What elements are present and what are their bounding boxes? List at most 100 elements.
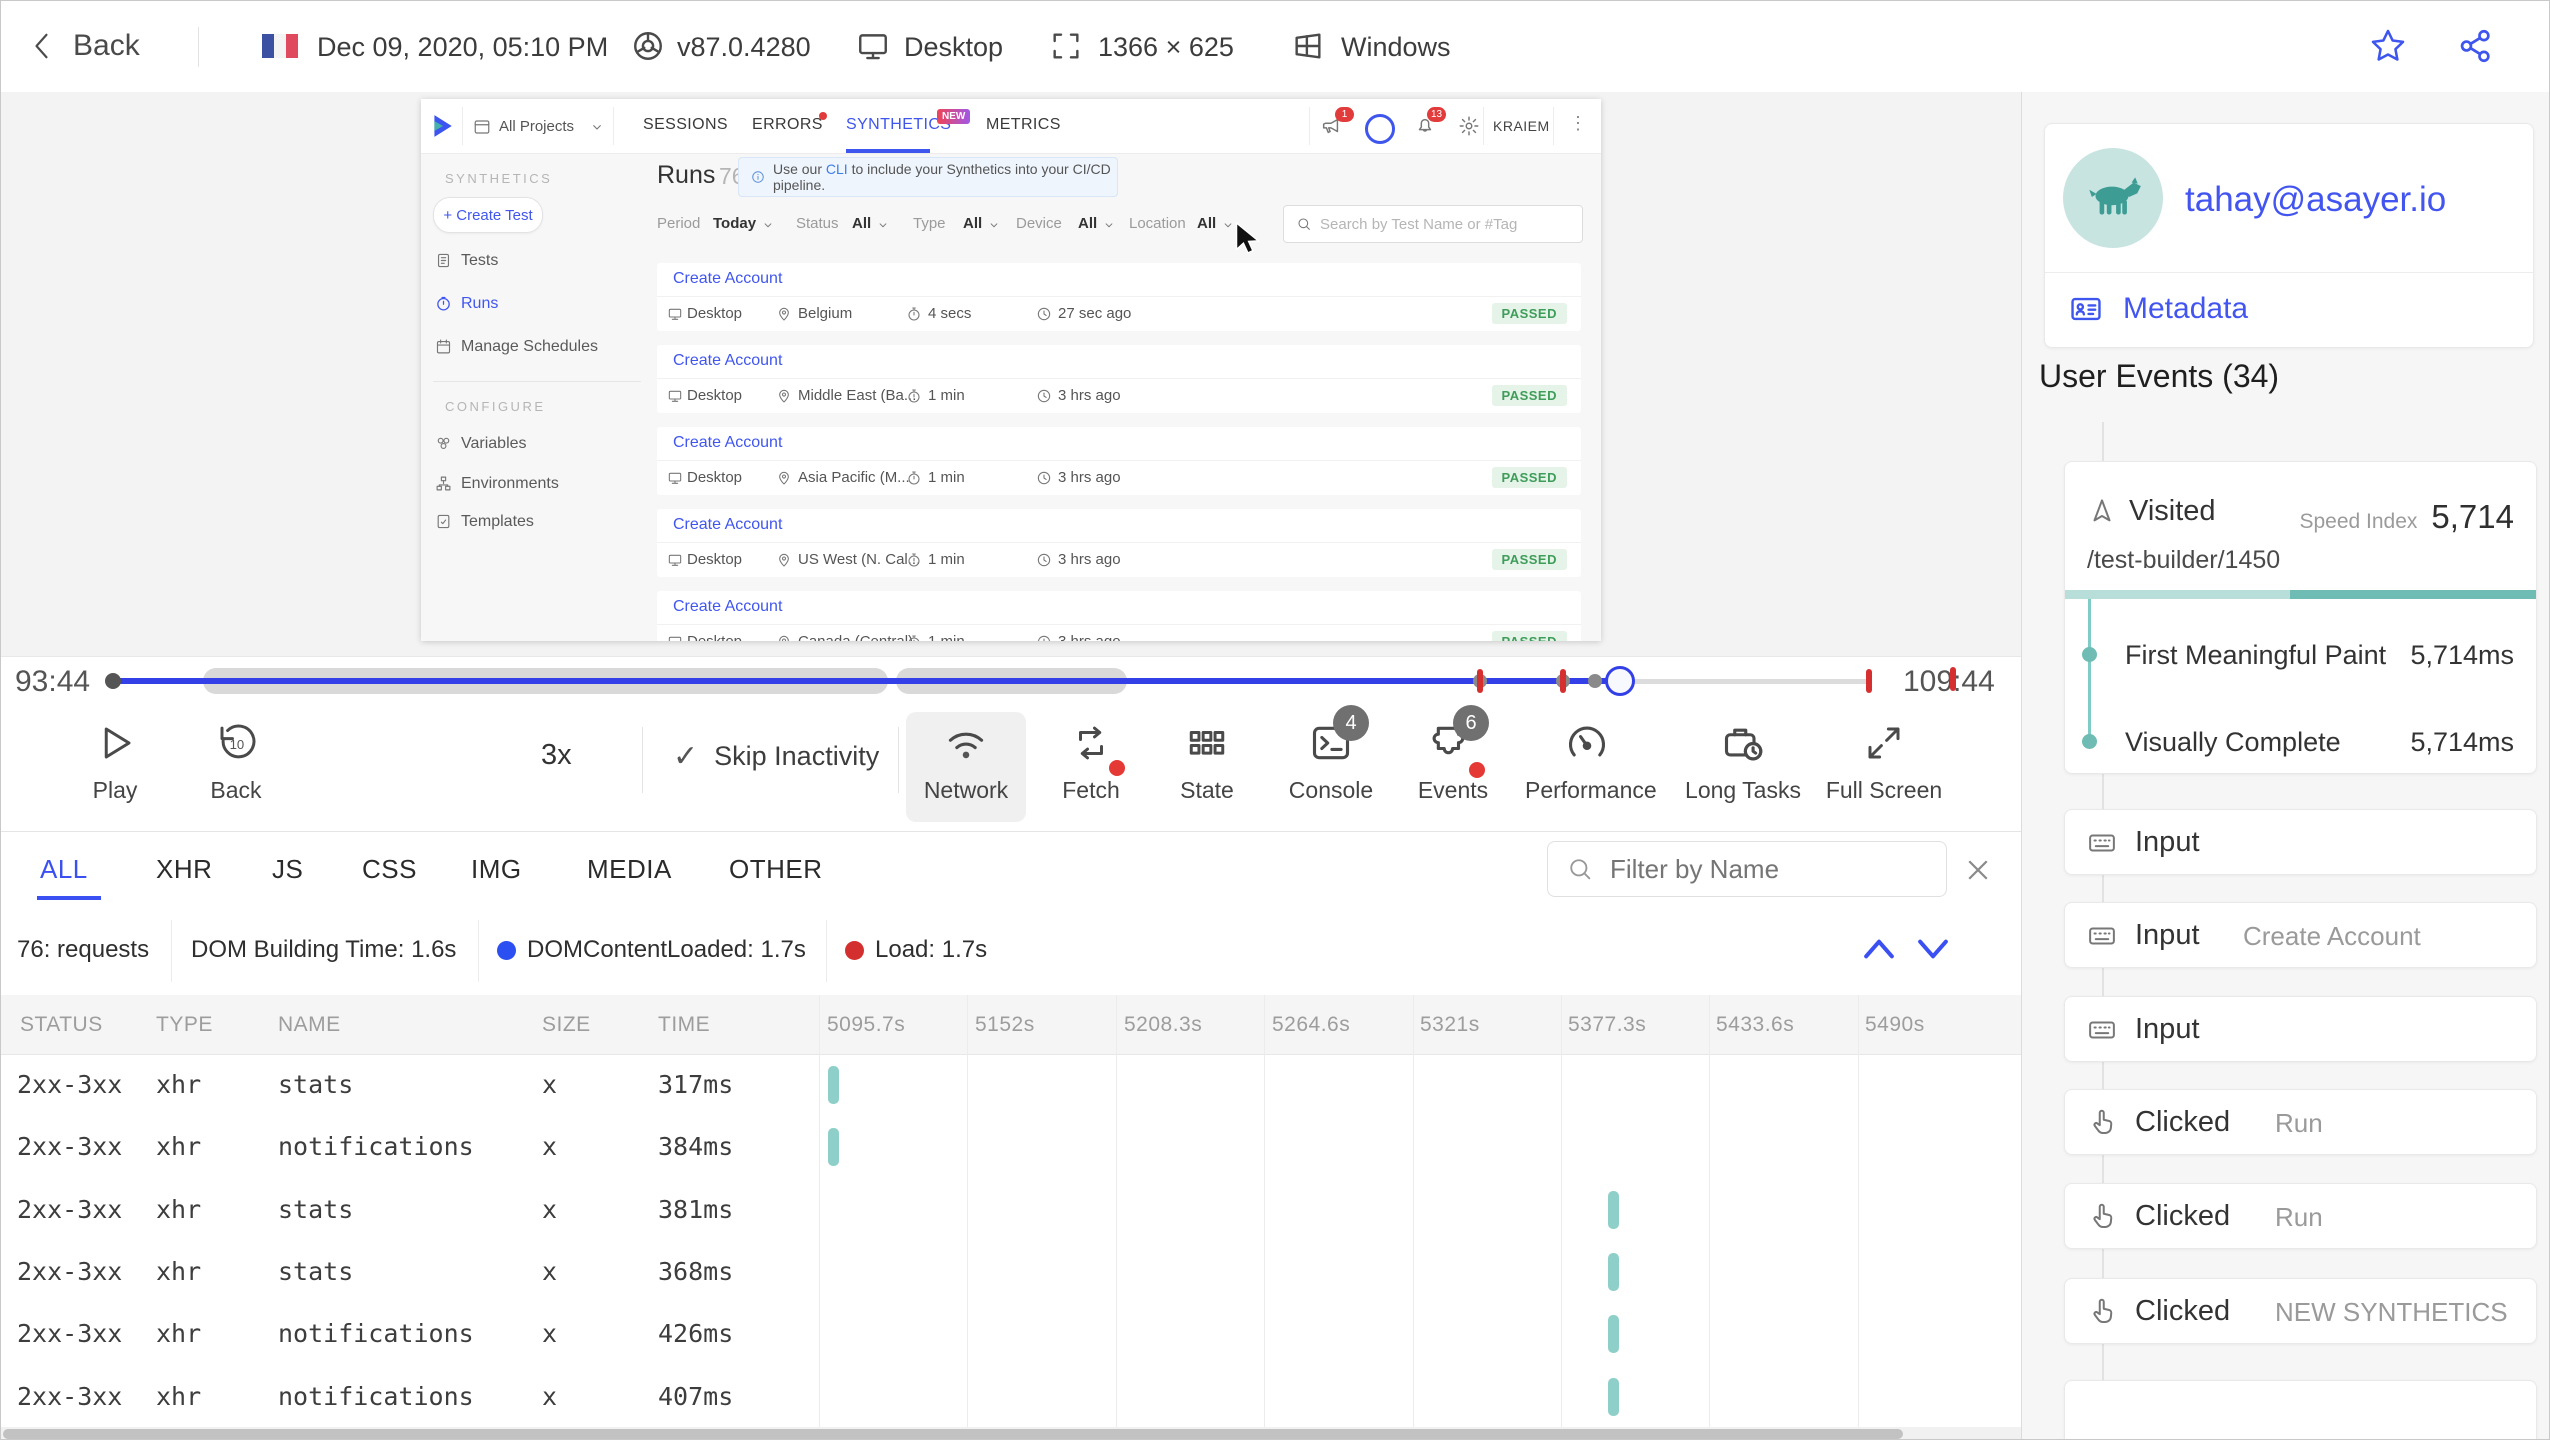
tab-all[interactable]: ALL bbox=[40, 854, 88, 885]
event-card-clicked[interactable]: Clicked NEW SYNTHETICS bbox=[2064, 1278, 2537, 1344]
back-10s-button[interactable]: 10 Back bbox=[174, 717, 298, 804]
filter-type-label: Type bbox=[913, 215, 946, 232]
network-tool-button[interactable]: Network bbox=[904, 717, 1028, 804]
tab-synthetics: SYNTHETICS bbox=[846, 116, 952, 133]
filter-by-name-input[interactable] bbox=[1608, 852, 1946, 886]
run-details-row: Desktop Asia Pacific (M... 1 min 3 hrs a… bbox=[657, 460, 1581, 496]
monitor-icon bbox=[667, 306, 683, 322]
event-card-input[interactable]: Input bbox=[2064, 996, 2537, 1062]
dcl-marker-dot bbox=[497, 941, 516, 960]
share-icon[interactable] bbox=[2457, 27, 2495, 65]
skip-inactivity-toggle[interactable]: ✓ Skip Inactivity bbox=[673, 739, 879, 774]
network-request-row[interactable]: 2xx-3xx xhr stats x 381ms bbox=[1, 1179, 2021, 1241]
req-time: 384ms bbox=[658, 1132, 734, 1161]
tab-metrics: METRICS bbox=[986, 116, 1061, 133]
sidebar-divider bbox=[433, 381, 641, 382]
expand-down-icon[interactable] bbox=[1911, 932, 1955, 966]
event-card-input[interactable]: Input bbox=[2064, 809, 2537, 875]
close-panel-icon[interactable] bbox=[1963, 855, 1993, 885]
metric-dot bbox=[2082, 734, 2097, 749]
events-tool-button[interactable]: Events bbox=[1391, 717, 1515, 804]
playback-speed-button[interactable]: 3x bbox=[541, 739, 572, 772]
event-card-clicked[interactable]: Clicked Run bbox=[2064, 1183, 2537, 1249]
network-request-row[interactable]: 2xx-3xx xhr notifications x 426ms bbox=[1, 1303, 2021, 1365]
state-tool-button[interactable]: State bbox=[1145, 717, 1269, 804]
monitor-icon bbox=[667, 552, 683, 568]
metadata-button[interactable]: Metadata bbox=[2067, 292, 2248, 326]
duration-stopwatch-icon bbox=[906, 552, 922, 568]
back-button[interactable]: Back bbox=[29, 29, 140, 63]
rewind-10-icon: 10 bbox=[220, 724, 256, 759]
run-status-badge: PASSED bbox=[1491, 385, 1567, 406]
network-request-row[interactable]: 2xx-3xx xhr stats x 317ms bbox=[1, 1054, 2021, 1116]
tab-js[interactable]: JS bbox=[272, 854, 303, 885]
check-icon: ✓ bbox=[673, 740, 699, 773]
timeline-scrubber-handle[interactable] bbox=[1605, 666, 1635, 696]
nav-divider bbox=[1483, 107, 1484, 145]
col-tick: 5321s bbox=[1420, 1013, 1480, 1036]
favorite-star-icon[interactable] bbox=[2369, 27, 2407, 65]
timeline-current-time: 93:44 bbox=[15, 665, 91, 698]
req-name: stats bbox=[278, 1195, 354, 1224]
monitor-icon bbox=[667, 388, 683, 404]
network-request-row[interactable]: 2xx-3xx xhr notifications x 407ms bbox=[1, 1366, 2021, 1428]
fetch-tool-button[interactable]: Fetch bbox=[1029, 717, 1153, 804]
error-marker-tick[interactable] bbox=[1477, 669, 1483, 693]
run-status-badge: PASSED bbox=[1491, 631, 1567, 641]
req-time: 426ms bbox=[658, 1319, 734, 1348]
visually-complete-label: Visually Complete bbox=[2125, 727, 2341, 757]
timeline-remaining-bar[interactable] bbox=[1620, 679, 1870, 684]
resolution-brackets-icon bbox=[1053, 33, 1079, 59]
visited-progress-track bbox=[2065, 590, 2536, 599]
banner-text-prefix: Use our bbox=[772, 161, 826, 177]
tab-media[interactable]: MEDIA bbox=[587, 854, 672, 885]
metric-dot bbox=[2082, 647, 2097, 662]
visited-event-card[interactable]: Visited Speed Index 5,714 /test-builder/… bbox=[2064, 461, 2537, 774]
long-tasks-tool-button[interactable]: Long Tasks bbox=[1681, 717, 1805, 804]
error-marker-tick[interactable] bbox=[1560, 669, 1566, 693]
tab-css[interactable]: CSS bbox=[362, 854, 417, 885]
screen-resolution: 1366 × 625 bbox=[1098, 32, 1234, 62]
console-tool-button[interactable]: Console bbox=[1269, 717, 1393, 804]
tab-sessions: SESSIONS bbox=[643, 116, 729, 133]
timeline-progress-bar[interactable] bbox=[113, 678, 1620, 684]
summary-divider bbox=[826, 920, 827, 982]
error-marker-tick[interactable] bbox=[1866, 669, 1872, 693]
filter-status-label: Status bbox=[796, 215, 839, 232]
req-status: 2xx-3xx bbox=[17, 1382, 123, 1411]
error-marker-tick[interactable] bbox=[1950, 667, 1956, 691]
location-pin-icon bbox=[776, 306, 792, 322]
user-email-link[interactable]: tahay@asayer.io bbox=[2185, 180, 2446, 220]
network-request-row[interactable]: 2xx-3xx xhr stats x 368ms bbox=[1, 1241, 2021, 1303]
req-status: 2xx-3xx bbox=[17, 1070, 123, 1099]
scrollbar-thumb[interactable] bbox=[3, 1429, 1903, 1439]
req-status: 2xx-3xx bbox=[17, 1257, 123, 1286]
test-search-placeholder: Search by Test Name or #Tag bbox=[1320, 215, 1518, 233]
player-controls-section: 93:44 109:44 Play 10 Back 3x ✓ Skip Inac… bbox=[1, 656, 2021, 832]
load-time: Load: 1.7s bbox=[875, 936, 988, 963]
event-marker-dot[interactable] bbox=[1588, 674, 1602, 688]
performance-tool-button[interactable]: Performance bbox=[1525, 717, 1657, 804]
pointer-hand-icon bbox=[2087, 1106, 2117, 1138]
req-time: 368ms bbox=[658, 1257, 734, 1286]
tab-other[interactable]: OTHER bbox=[729, 854, 823, 885]
play-button[interactable]: Play bbox=[53, 717, 177, 804]
test-search-box: Search by Test Name or #Tag bbox=[1283, 205, 1583, 243]
more-menu-icon: ⋮ bbox=[1569, 113, 1587, 133]
network-request-row[interactable]: 2xx-3xx xhr notifications x 384ms bbox=[1, 1116, 2021, 1178]
filter-period-value: Today bbox=[713, 215, 757, 232]
keyboard-icon bbox=[2085, 1015, 2119, 1045]
collapse-up-icon[interactable] bbox=[1857, 932, 1901, 966]
user-events-title: User Events (34) bbox=[2039, 358, 2280, 394]
full-screen-button[interactable]: Full Screen bbox=[1822, 717, 1946, 804]
event-card-partial[interactable] bbox=[2064, 1380, 2537, 1439]
req-size: x bbox=[542, 1382, 558, 1411]
event-card-clicked[interactable]: Clicked Run bbox=[2064, 1089, 2537, 1155]
tab-xhr[interactable]: XHR bbox=[156, 854, 212, 885]
sidebar-item-variables: Variables bbox=[461, 435, 527, 452]
tab-img[interactable]: IMG bbox=[471, 854, 522, 885]
variables-icon bbox=[437, 437, 450, 449]
event-card-input[interactable]: Input Create Account bbox=[2064, 902, 2537, 968]
req-size: x bbox=[542, 1132, 558, 1161]
run-details-row: Desktop Middle East (Ba... 1 min 3 hrs a… bbox=[657, 378, 1581, 414]
